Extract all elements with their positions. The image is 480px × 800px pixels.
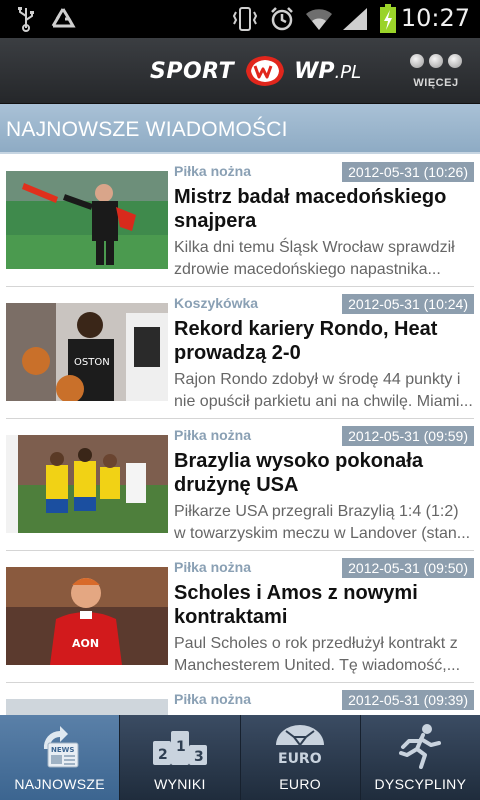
tab-euro[interactable]: EURO EURO xyxy=(241,715,361,800)
tab-label: DYSCYPLINY xyxy=(374,776,467,792)
alarm-icon xyxy=(268,6,296,32)
runner-icon xyxy=(395,723,445,774)
more-dots-icon xyxy=(406,54,466,68)
svg-text:3: 3 xyxy=(194,749,204,765)
article-lead: Paul Scholes o rok przedłużył kontrakt z… xyxy=(174,635,461,674)
article-list[interactable]: Piłka nożna 2012-05-31 (10:26) Mistrz ba… xyxy=(0,155,480,715)
article-thumbnail: AON xyxy=(6,567,168,665)
article-title: Scholes i Amos z nowymi kontraktami xyxy=(174,582,418,628)
article-thumbnail xyxy=(6,699,168,715)
section-header: NAJNOWSZE WIADOMOŚCI xyxy=(0,104,480,154)
recycle-icon xyxy=(48,6,78,32)
tab-label: WYNIKI xyxy=(154,776,206,792)
logo-text-wp: WP.PL xyxy=(294,58,362,84)
svg-text:OSTON: OSTON xyxy=(74,357,110,368)
status-bar: 10:27 xyxy=(0,0,480,38)
article-lead: Rajon Rondo zdobył w środę 44 punkty i n… xyxy=(174,371,473,410)
svg-text:NEWS: NEWS xyxy=(51,746,74,754)
svg-text:EURO: EURO xyxy=(278,751,322,767)
logo-text-sport: SPORT xyxy=(150,58,235,84)
wifi-icon xyxy=(304,6,334,32)
article-date: 2012-05-31 (09:50) xyxy=(342,558,474,578)
sport-wp-logo[interactable]: SPORT WP.PL xyxy=(150,52,361,90)
news-icon: NEWS xyxy=(36,723,84,774)
svg-text:AON: AON xyxy=(72,637,99,650)
article-lead: Kilka dni temu Śląsk Wrocław sprawdził z… xyxy=(174,239,455,278)
article-title: Brazylia wysoko pokonała drużynę USA xyxy=(174,450,423,496)
article-date: 2012-05-31 (09:59) xyxy=(342,426,474,446)
more-button[interactable]: WIĘCEJ xyxy=(406,52,466,98)
article-thumbnail: OSTON xyxy=(6,303,168,401)
article-title: Mistrz badał macedońskiego snajpera xyxy=(174,186,447,232)
article-category: Piłka nożna xyxy=(174,427,252,443)
list-item[interactable]: AON Piłka nożna 2012-05-31 (09:50) Schol… xyxy=(6,551,474,683)
svg-text:1: 1 xyxy=(176,739,186,755)
battery-charging-icon xyxy=(376,4,400,33)
tab-label: EURO xyxy=(279,776,321,792)
article-date: 2012-05-31 (09:39) xyxy=(342,690,474,710)
svg-text:2: 2 xyxy=(158,747,168,763)
article-lead: Piłkarze USA przegrali Brazylią 1:4 (1:2… xyxy=(174,503,471,542)
article-title: Rekord kariery Rondo, Heat prowadzą 2-0 xyxy=(174,318,438,364)
app-header: SPORT WP.PL WIĘCEJ xyxy=(0,38,480,104)
wp-logo-badge-icon xyxy=(246,56,285,86)
article-category: Koszykówka xyxy=(174,295,259,311)
tab-dyscypliny[interactable]: DYSCYPLINY xyxy=(361,715,480,800)
article-category: Piłka nożna xyxy=(174,559,252,575)
list-item[interactable]: OSTON Koszykówka 2012-05-31 (10:24) Reko… xyxy=(6,287,474,419)
article-category: Piłka nożna xyxy=(174,163,252,179)
list-item[interactable]: Piłka nożna 2012-05-31 (09:59) Brazylia … xyxy=(6,419,474,551)
list-item[interactable]: Piłka nożna 2012-05-31 (09:39) xyxy=(6,683,474,715)
tab-najnowsze[interactable]: NEWS NAJNOWSZE xyxy=(0,715,121,800)
section-title: NAJNOWSZE WIADOMOŚCI xyxy=(6,118,288,141)
euro-ball-icon: EURO xyxy=(272,723,328,774)
podium-icon: 1 2 3 xyxy=(151,723,209,774)
article-date: 2012-05-31 (10:26) xyxy=(342,162,474,182)
usb-icon xyxy=(14,6,38,32)
tab-wyniki[interactable]: 1 2 3 WYNIKI xyxy=(120,715,241,800)
clock: 10:27 xyxy=(400,4,470,32)
vibrate-icon xyxy=(230,6,260,32)
list-item[interactable]: Piłka nożna 2012-05-31 (10:26) Mistrz ba… xyxy=(6,155,474,287)
article-thumbnail xyxy=(6,171,168,269)
more-label: WIĘCEJ xyxy=(413,77,459,89)
article-thumbnail xyxy=(6,435,168,533)
bottom-tab-bar: NEWS NAJNOWSZE 1 2 3 WYNIKI EURO EURO DY… xyxy=(0,715,480,800)
signal-icon xyxy=(340,6,370,32)
tab-label: NAJNOWSZE xyxy=(14,776,105,792)
article-date: 2012-05-31 (10:24) xyxy=(342,294,474,314)
article-category: Piłka nożna xyxy=(174,691,252,707)
